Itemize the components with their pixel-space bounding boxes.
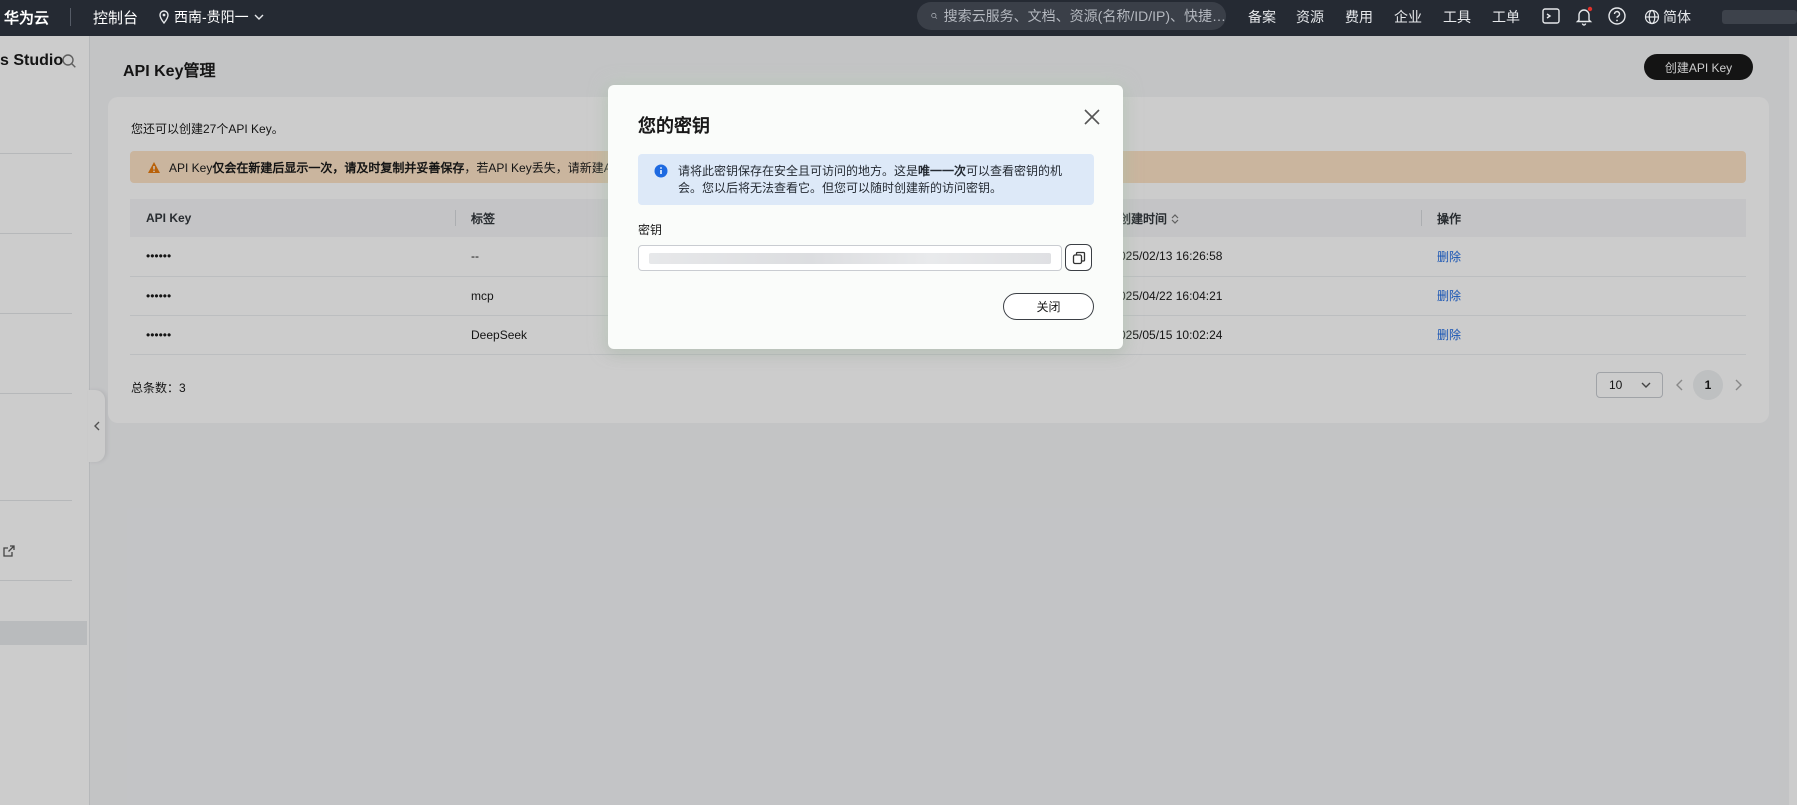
top-nav-bar: 华为云 控制台 西南-贵阳一 搜索云服务、文档、资源(名称/ID/IP)、快捷…… <box>0 0 1797 36</box>
nav-billing[interactable]: 费用 <box>1345 7 1373 27</box>
help-icon[interactable] <box>1606 5 1628 27</box>
region-label: 西南-贵阳一 <box>174 9 249 25</box>
copy-button[interactable] <box>1065 244 1092 271</box>
chevron-down-icon <box>254 14 264 20</box>
language-label: 简体 <box>1663 9 1691 25</box>
nav-resources[interactable]: 资源 <box>1296 7 1324 27</box>
masked-key-value <box>649 252 1051 264</box>
dialog-title: 您的密钥 <box>638 116 710 136</box>
info-icon <box>654 164 668 178</box>
key-label: 密钥 <box>638 223 663 237</box>
divider <box>70 8 71 26</box>
nav-tickets[interactable]: 工单 <box>1492 7 1520 27</box>
secret-key-dialog: 您的密钥 请将此密钥保存在安全且可访问的地方。这是唯一一次可以查看密钥的机会。您… <box>608 85 1123 349</box>
nav-filing[interactable]: 备案 <box>1248 7 1276 27</box>
user-account-menu[interactable] <box>1722 10 1797 24</box>
close-icon[interactable] <box>1082 107 1102 127</box>
nav-enterprise[interactable]: 企业 <box>1394 7 1422 27</box>
console-link[interactable]: 控制台 <box>93 7 138 28</box>
secret-key-field[interactable] <box>638 245 1062 271</box>
globe-icon <box>1644 9 1660 25</box>
close-button[interactable]: 关闭 <box>1003 293 1094 320</box>
global-search-input[interactable]: 搜索云服务、文档、资源(名称/ID/IP)、快捷… <box>917 2 1226 30</box>
copy-icon <box>1072 251 1085 264</box>
search-placeholder: 搜索云服务、文档、资源(名称/ID/IP)、快捷… <box>943 8 1226 24</box>
terminal-icon[interactable] <box>1540 5 1562 27</box>
language-switcher[interactable]: 简体 <box>1644 7 1691 27</box>
info-notice: 请将此密钥保存在安全且可访问的地方。这是唯一一次可以查看密钥的机会。您以后将无法… <box>638 154 1094 205</box>
nav-tools[interactable]: 工具 <box>1443 7 1471 27</box>
bell-icon[interactable] <box>1573 5 1595 27</box>
search-icon <box>931 13 938 19</box>
region-selector[interactable]: 西南-贵阳一 <box>158 7 265 27</box>
brand-logo[interactable]: 华为云 <box>4 7 49 28</box>
info-text: 请将此密钥保存在安全且可访问的地方。这是唯一一次可以查看密钥的机会。您以后将无法… <box>678 164 1063 195</box>
location-pin-icon <box>159 10 169 24</box>
